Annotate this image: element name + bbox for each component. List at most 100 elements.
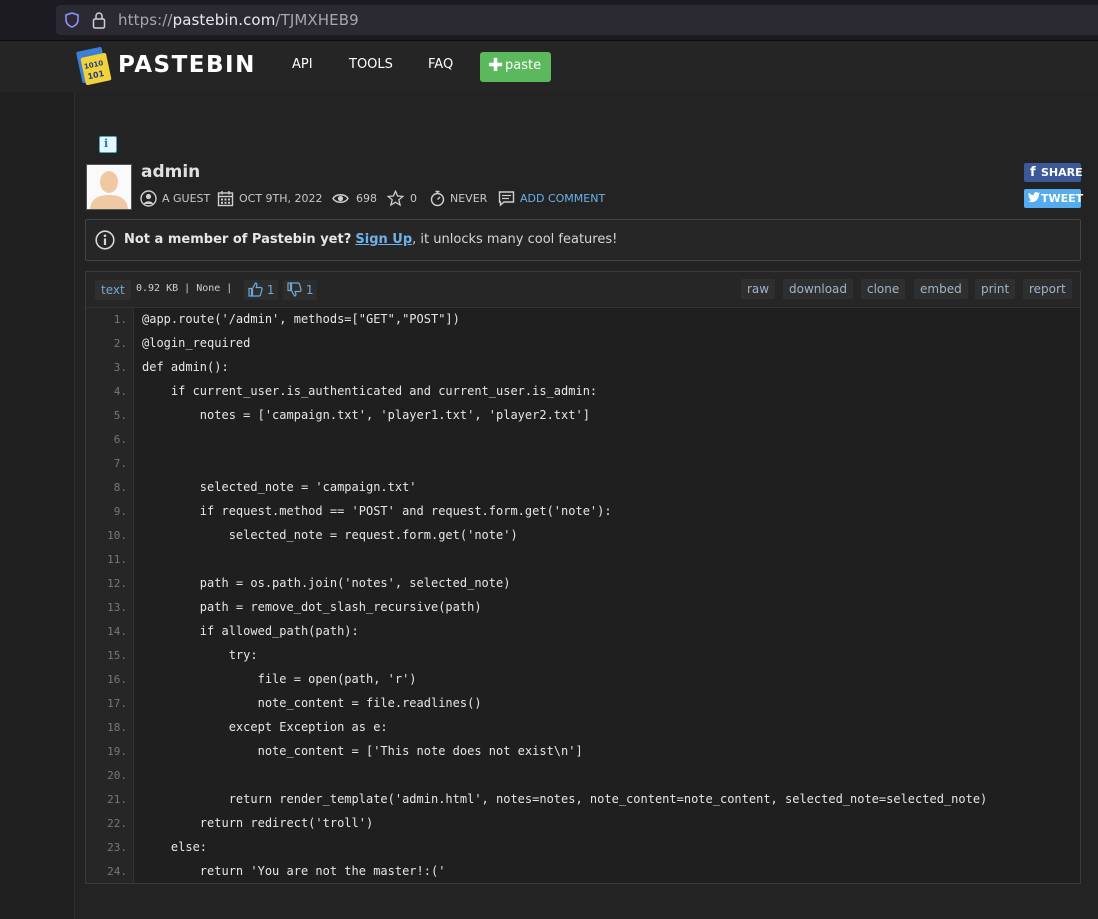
raw-button[interactable]: raw xyxy=(741,279,776,299)
facebook-share-button[interactable]: f SHARE xyxy=(1024,163,1083,182)
comment-icon[interactable] xyxy=(498,190,515,207)
code-line: 7. xyxy=(86,452,1080,476)
code-text: except Exception as e: xyxy=(142,720,388,734)
code-line: 24. return 'You are not the master!:(' xyxy=(86,860,1080,884)
nav-api[interactable]: API xyxy=(292,57,313,72)
nav-tools[interactable]: TOOLS xyxy=(349,57,393,72)
new-paste-button[interactable]: ✚ paste xyxy=(480,52,551,82)
line-number: 24. xyxy=(107,865,127,878)
line-number: 8. xyxy=(113,481,127,494)
code-text: selected_note = request.form.get('note') xyxy=(142,528,518,542)
line-number: 19. xyxy=(107,745,127,758)
code-line: 20. xyxy=(86,764,1080,788)
add-comment-link[interactable]: ADD COMMENT xyxy=(520,192,605,205)
code-text: file = open(path, 'r') xyxy=(142,672,417,686)
thumbs-up-icon xyxy=(248,282,263,297)
line-number: 6. xyxy=(113,433,127,446)
line-number: 15. xyxy=(107,649,127,662)
url-protocol: https:// xyxy=(118,11,173,29)
thumbs-down-icon xyxy=(287,282,302,297)
paste-title: admin xyxy=(141,162,201,182)
code-line: 3. def admin(): xyxy=(86,356,1080,380)
notice-lead: Not a member of Pastebin yet? xyxy=(124,232,352,247)
twitter-share-button[interactable]: TWEET xyxy=(1024,189,1083,208)
line-number: 13. xyxy=(107,601,127,614)
code-line: 22. return redirect('troll') xyxy=(86,812,1080,836)
star-icon[interactable] xyxy=(387,190,404,207)
lock-icon[interactable] xyxy=(92,11,106,29)
ad-info-icon[interactable]: i xyxy=(99,136,117,153)
url-text[interactable]: https://pastebin.com/TJMXHEB9 xyxy=(118,11,359,29)
code-text: return 'You are not the master!:(' xyxy=(142,864,446,878)
line-number: 5. xyxy=(113,409,127,422)
code-line: 10. selected_note = request.form.get('no… xyxy=(86,524,1080,548)
report-button[interactable]: report xyxy=(1023,279,1072,299)
plus-icon: ✚ xyxy=(488,55,504,76)
code-text: if current_user.is_authenticated and cur… xyxy=(142,384,598,398)
signup-notice: Not a member of Pastebin yet? Sign Up, i… xyxy=(85,219,1081,261)
line-number: 17. xyxy=(107,697,127,710)
code-text: @app.route('/admin', methods=["GET","POS… xyxy=(142,312,460,326)
print-button[interactable]: print xyxy=(975,279,1016,299)
site-logo-text[interactable]: PASTEBIN xyxy=(118,52,256,78)
sign-up-link[interactable]: Sign Up xyxy=(355,232,412,247)
code-line: 8. selected_note = 'campaign.txt' xyxy=(86,476,1080,500)
code-text: selected_note = 'campaign.txt' xyxy=(142,480,417,494)
code-line: 15. try: xyxy=(86,644,1080,668)
view-count: 698 xyxy=(356,192,377,205)
line-number: 3. xyxy=(113,361,127,374)
new-paste-label: paste xyxy=(505,58,542,73)
line-number: 10. xyxy=(107,529,127,542)
code-toolbar: text 0.92 KB | None | 1 1 raw download c… xyxy=(86,272,1080,308)
paste-expiry: NEVER xyxy=(450,192,488,205)
star-count: 0 xyxy=(410,192,417,205)
clone-button[interactable]: clone xyxy=(861,279,906,299)
code-text: @login_required xyxy=(142,336,251,350)
line-number: 9. xyxy=(113,505,127,518)
code-text: notes = ['campaign.txt', 'player1.txt', … xyxy=(142,408,590,422)
syntax-tag[interactable]: text xyxy=(95,280,131,300)
code-line: 9. if request.method == 'POST' and reque… xyxy=(86,500,1080,524)
like-button[interactable]: 1 xyxy=(244,280,279,300)
twitter-bird-icon xyxy=(1028,192,1040,203)
like-count: 1 xyxy=(266,283,275,297)
tracking-shield-icon[interactable] xyxy=(64,12,80,28)
paste-author[interactable]: A GUEST xyxy=(162,192,210,205)
line-number: 1. xyxy=(113,313,127,326)
download-button[interactable]: download xyxy=(783,279,854,299)
code-text: try: xyxy=(142,648,258,662)
user-icon xyxy=(140,190,157,207)
dislike-count: 1 xyxy=(305,283,314,297)
paste-size-info: 0.92 KB | None | xyxy=(136,283,233,294)
embed-button[interactable]: embed xyxy=(914,279,968,299)
dislike-button[interactable]: 1 xyxy=(283,280,318,300)
line-number: 21. xyxy=(107,793,127,806)
code-text: if request.method == 'POST' and request.… xyxy=(142,504,612,518)
url-path: /TJMXHEB9 xyxy=(275,11,359,29)
browser-toolbar: https://pastebin.com/TJMXHEB9 xyxy=(0,0,1098,41)
stopwatch-icon xyxy=(430,190,445,207)
line-number: 2. xyxy=(113,337,127,350)
code-text: return redirect('troll') xyxy=(142,816,374,830)
code-panel: text 0.92 KB | None | 1 1 raw download c… xyxy=(85,271,1081,884)
pastebin-logo-icon[interactable]: 1010 101 xyxy=(76,47,112,85)
code-text: def admin(): xyxy=(142,360,229,374)
code-line: 18. except Exception as e: xyxy=(86,716,1080,740)
code-line: 6. xyxy=(86,428,1080,452)
address-bar[interactable]: https://pastebin.com/TJMXHEB9 xyxy=(56,5,1098,35)
code-text: note_content = ['This note does not exis… xyxy=(142,744,583,758)
code-text: path = os.path.join('notes', selected_no… xyxy=(142,576,511,590)
notice-rest: , it unlocks many cool features! xyxy=(412,232,618,247)
code-line: 11. xyxy=(86,548,1080,572)
avatar[interactable] xyxy=(86,164,132,210)
facebook-icon: f xyxy=(1030,165,1036,180)
code-line: 19. note_content = ['This note does not … xyxy=(86,740,1080,764)
eye-icon xyxy=(332,194,349,203)
code-line: 16. file = open(path, 'r') xyxy=(86,668,1080,692)
line-number: 12. xyxy=(107,577,127,590)
site-header: 1010 101 PASTEBIN API TOOLS FAQ ✚ paste xyxy=(0,41,1098,93)
code-line: 17. note_content = file.readlines() xyxy=(86,692,1080,716)
code-line: 4. if current_user.is_authenticated and … xyxy=(86,380,1080,404)
nav-faq[interactable]: FAQ xyxy=(428,57,453,72)
line-number: 18. xyxy=(107,721,127,734)
